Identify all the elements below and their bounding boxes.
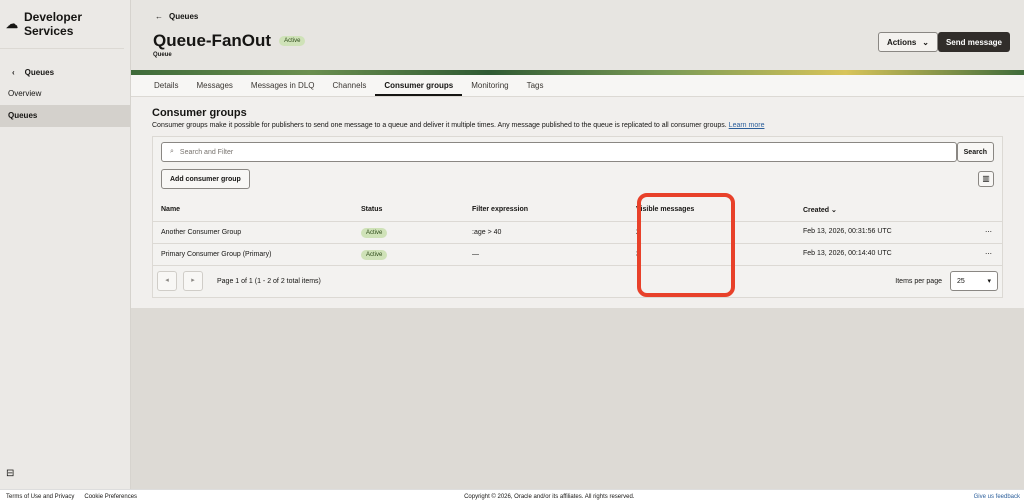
learn-more-link[interactable]: Learn more [729, 122, 765, 129]
table-row[interactable]: Primary Consumer Group (Primary) Active … [153, 243, 1002, 266]
tab-details[interactable]: Details [145, 75, 187, 96]
items-per-page-select[interactable]: 25 ▾ [950, 271, 998, 291]
search-input[interactable]: ⌕ Search and Filter [161, 142, 957, 162]
page-subtitle: Queue [153, 52, 172, 58]
sort-down-icon: ⌄ [831, 206, 837, 214]
more-actions-icon[interactable]: ⋯ [985, 250, 992, 258]
tab-tags[interactable]: Tags [518, 75, 553, 96]
section-description: Consumer groups make it possible for pub… [152, 122, 1003, 129]
status-badge: Active [361, 227, 388, 238]
search-icon: ⌕ [170, 148, 174, 155]
tab-monitoring[interactable]: Monitoring [462, 75, 517, 96]
title-text: Queue-FanOut [153, 31, 272, 50]
col-status: Status [353, 199, 464, 222]
tab-messages-dlq[interactable]: Messages in DLQ [242, 75, 324, 96]
chevron-left-icon: ‹ [12, 67, 15, 77]
col-filter: Filter expression [464, 199, 628, 222]
cell-created: Feb 13, 2026, 00:14:40 UTC ⋯ [795, 243, 1002, 266]
next-page-button[interactable]: ▸ [183, 271, 203, 291]
items-per-page-label: Items per page [895, 277, 942, 285]
description-text: Consumer groups make it possible for pub… [152, 122, 727, 129]
cookie-preferences-link[interactable]: Cookie Preferences [84, 494, 137, 500]
arrow-left-icon: ← [155, 12, 163, 21]
sidebar-item-overview[interactable]: Overview [0, 83, 130, 105]
breadcrumb[interactable]: ← Queues [155, 12, 198, 21]
consumer-groups-table: Name Status Filter expression Visible me… [153, 199, 1002, 266]
caret-down-icon: ▾ [987, 278, 991, 285]
add-consumer-group-button[interactable]: Add consumer group [161, 169, 250, 189]
content: Consumer groups Consumer groups make it … [131, 97, 1024, 308]
more-actions-icon[interactable]: ⋯ [985, 228, 992, 236]
actions-button[interactable]: Actions ⌄ [877, 32, 938, 52]
created-text: Feb 13, 2026, 00:14:40 UTC [803, 250, 892, 257]
collapse-sidebar-icon[interactable]: ⊟ [6, 468, 14, 479]
search-button[interactable]: Search [956, 142, 994, 162]
columns-icon[interactable]: ▥ [978, 171, 994, 187]
brand-title: Developer Services [24, 10, 83, 38]
consumer-groups-card: ⌕ Search and Filter Search Add consumer g… [152, 136, 1003, 298]
cell-name: Another Consumer Group [153, 221, 353, 244]
feedback-link[interactable]: Give us feedback [974, 494, 1020, 500]
prev-page-button[interactable]: ◂ [157, 271, 177, 291]
status-badge: Active [361, 249, 388, 260]
page-header: ← Queues Queue-FanOut Active Queue Actions… [131, 0, 1024, 70]
col-name[interactable]: Name [153, 199, 353, 222]
terms-link[interactable]: Terms of Use and Privacy [6, 494, 74, 500]
items-per-page-value: 25 [957, 277, 965, 285]
cell-status: Active [353, 243, 464, 266]
cell-name: Primary Consumer Group (Primary) [153, 243, 353, 266]
sidebar-back-queues[interactable]: ‹ Queues [0, 61, 130, 83]
search-placeholder: Search and Filter [179, 148, 234, 156]
pagination: ◂ ▸ Page 1 of 1 (1 - 2 of 2 total items) [157, 271, 321, 291]
tab-consumer-groups[interactable]: Consumer groups [375, 75, 463, 96]
highlight-annotation [637, 193, 735, 297]
tab-channels[interactable]: Channels [324, 75, 376, 96]
cell-created: Feb 13, 2026, 00:31:56 UTC ⋯ [795, 221, 1002, 244]
section-title: Consumer groups [152, 107, 247, 119]
col-created[interactable]: Created ⌄ [795, 199, 1002, 222]
created-text: Feb 13, 2026, 00:31:56 UTC [803, 228, 892, 235]
tab-bar: Details Messages Messages in DLQ Channel… [131, 75, 1024, 97]
main: ← Queues Queue-FanOut Active Queue Actions… [131, 0, 1024, 489]
sidebar: ☁ Developer Services ‹ Queues Overview Que… [0, 0, 131, 489]
chevron-down-icon: ⌄ [922, 37, 929, 47]
tab-messages[interactable]: Messages [187, 75, 241, 96]
page-info: Page 1 of 1 (1 - 2 of 2 total items) [217, 277, 321, 285]
footer: Terms of Use and Privacy Cookie Preferen… [0, 489, 1024, 504]
breadcrumb-label: Queues [169, 12, 199, 21]
cell-status: Active [353, 221, 464, 244]
cloud-icon: ☁ [6, 17, 18, 31]
sidebar-item-queues[interactable]: Queues [0, 105, 130, 127]
created-label: Created [803, 206, 830, 214]
brand: ☁ Developer Services [0, 0, 124, 49]
status-badge: Active [279, 36, 306, 46]
actions-label: Actions [886, 37, 917, 47]
cell-filter: :age > 40 [464, 221, 628, 244]
table-row[interactable]: Another Consumer Group Active :age > 40 … [153, 221, 1002, 244]
table-header-row: Name Status Filter expression Visible me… [153, 199, 1002, 222]
page-title: Queue-FanOut Active [153, 31, 306, 51]
cell-filter: — [464, 243, 628, 266]
back-label: Queues [24, 67, 55, 77]
send-message-button[interactable]: Send message [937, 32, 1010, 52]
items-per-page: Items per page 25 ▾ [895, 271, 998, 291]
copyright: Copyright © 2026, Oracle and/or its affi… [464, 494, 635, 500]
